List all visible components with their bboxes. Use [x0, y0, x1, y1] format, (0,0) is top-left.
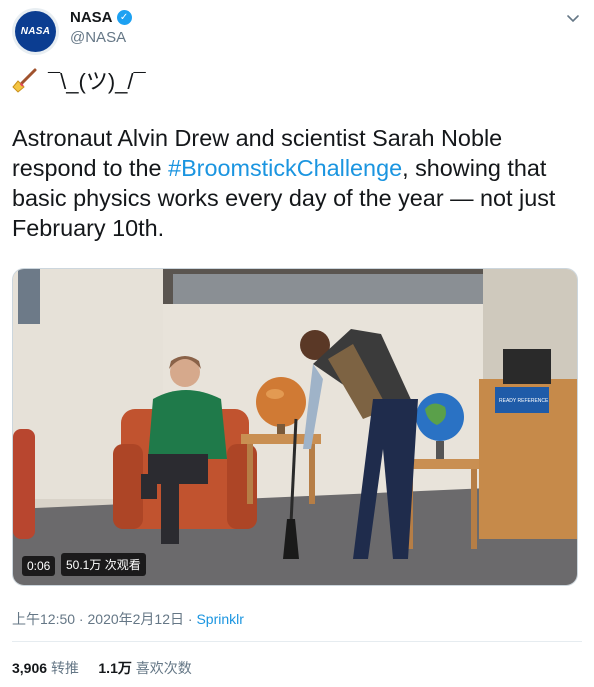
tweet-date[interactable]: 2020年2月12日	[88, 611, 185, 627]
shrug-text: ¯\_(ツ)_/¯	[48, 69, 146, 94]
likes-label: 喜欢次数	[135, 660, 192, 676]
avatar-logo-text: NASA	[20, 26, 51, 37]
video-player[interactable]: READY REFERENCE 0:06 50.1万 次观看	[12, 268, 578, 586]
author-handle[interactable]: @NASA	[70, 29, 126, 46]
broom-icon	[12, 68, 37, 93]
tweet-time[interactable]: 上午12:50	[12, 611, 75, 627]
author-name[interactable]: NASA ✓	[70, 9, 132, 26]
chevron-down-icon[interactable]	[565, 10, 581, 26]
retweets-count: 3,906	[12, 660, 48, 676]
divider	[12, 641, 582, 642]
nasa-logo: NASA	[15, 11, 56, 52]
source-link[interactable]: Sprinklr	[196, 611, 243, 627]
avatar[interactable]: NASA	[12, 8, 59, 55]
video-duration: 0:06	[22, 556, 56, 576]
ready-reference-sign: READY REFERENCE	[499, 398, 549, 404]
separator: ·	[184, 611, 197, 627]
author-name-text[interactable]: NASA	[70, 9, 113, 26]
likes-count: 1.1万	[98, 660, 132, 676]
retweets-stat[interactable]: 3,906 转推	[12, 660, 79, 676]
video-frame: READY REFERENCE	[13, 269, 577, 585]
tweet-stats: 3,906 转推 1.1万 喜欢次数	[12, 658, 192, 678]
hashtag-link[interactable]: #BroomstickChallenge	[168, 155, 402, 181]
video-views: 50.1万 次观看	[61, 553, 146, 576]
shrug-line: ¯\_(ツ)_/¯	[12, 64, 146, 96]
likes-stat[interactable]: 1.1万 喜欢次数	[98, 660, 191, 676]
verified-checkmark-icon: ✓	[116, 10, 132, 25]
tweet-text: Astronaut Alvin Drew and scientist Sarah…	[12, 123, 572, 243]
tweet-metadata: 上午12:50 · 2020年2月12日 · Sprinklr	[12, 609, 244, 629]
separator: ·	[75, 611, 88, 627]
retweets-label: 转推	[50, 660, 79, 676]
